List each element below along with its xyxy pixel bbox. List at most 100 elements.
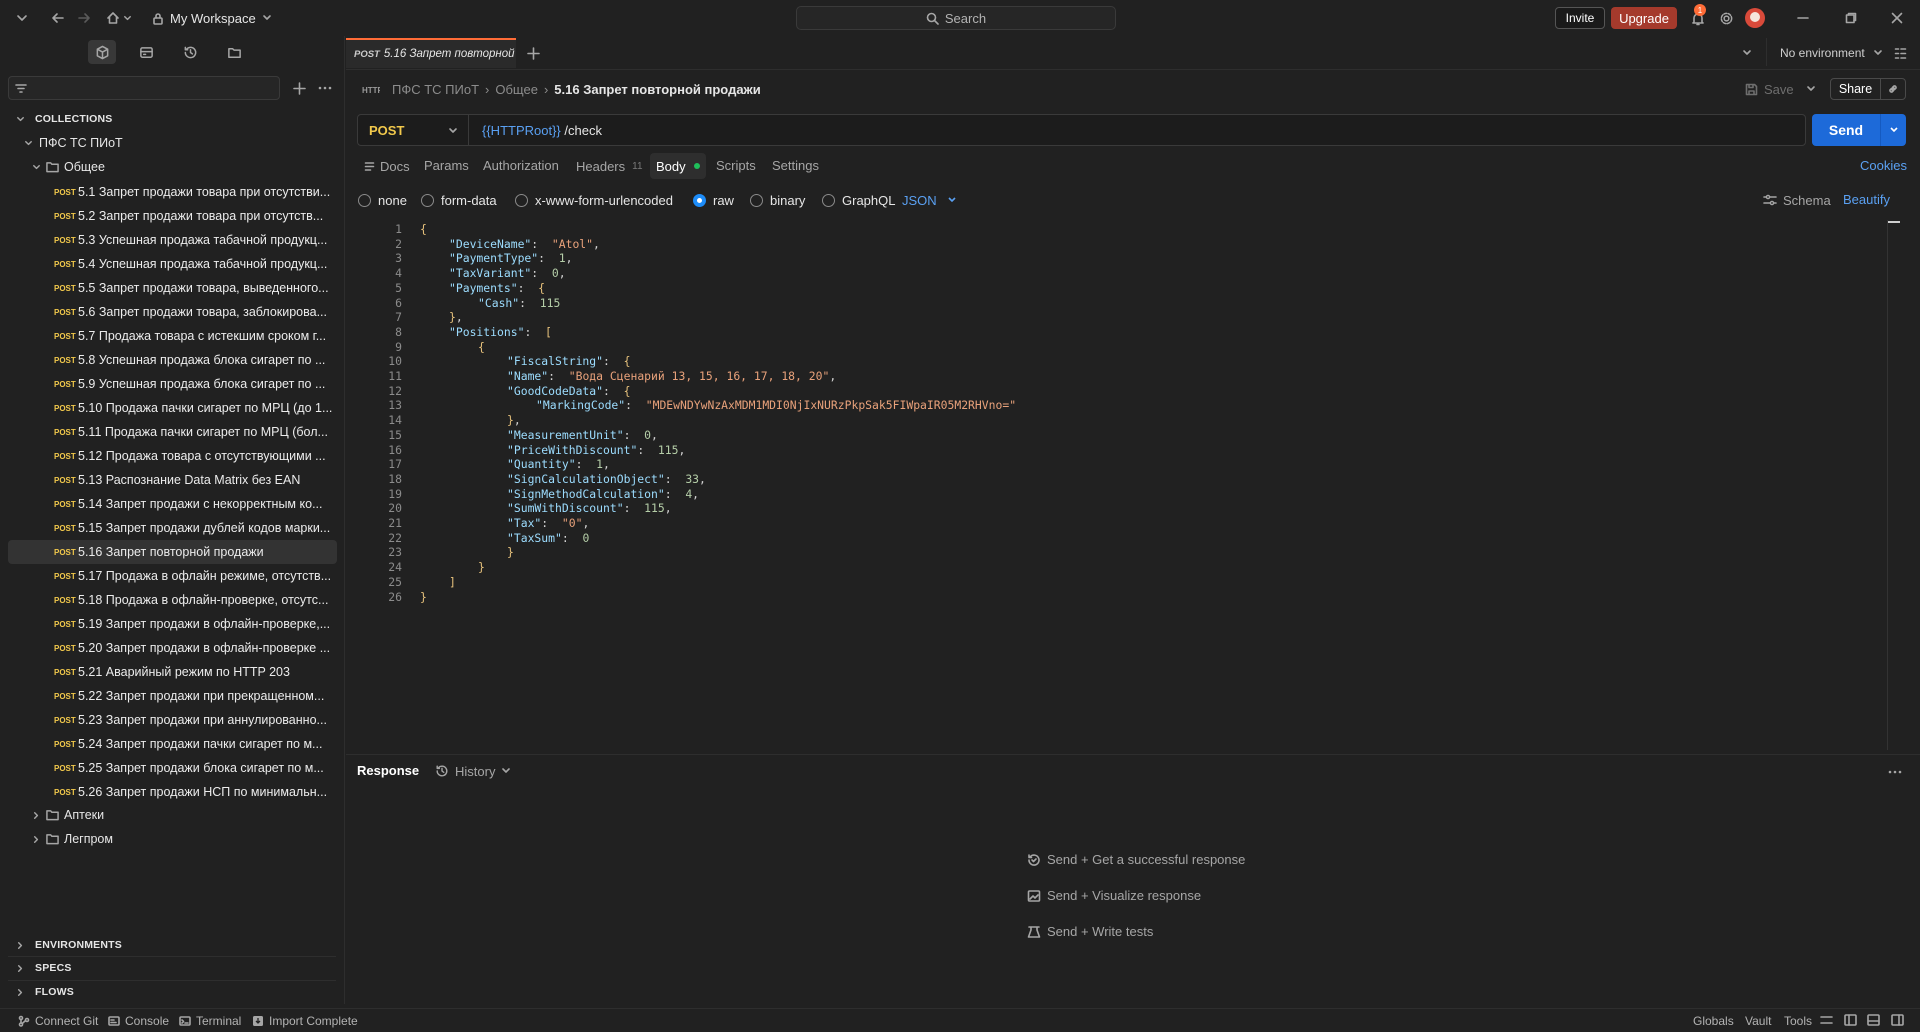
request-item[interactable]: POST 5.13 Распознание Data Matrix без EAN xyxy=(8,468,337,492)
vault-link[interactable]: Vault xyxy=(1745,1014,1771,1028)
request-item[interactable]: POST 5.5 Запрет продажи товара, выведенно… xyxy=(8,276,337,300)
folder-item-general[interactable]: Общее xyxy=(32,155,105,179)
share-button[interactable]: Share xyxy=(1831,79,1881,99)
specs-section-header[interactable]: SPECS xyxy=(16,961,72,975)
request-item[interactable]: POST 5.2 Запрет продажи товара при отсутс… xyxy=(8,204,337,228)
request-item[interactable]: POST 5.7 Продажа товара с истекшим сроком… xyxy=(8,324,337,348)
response-more-options-icon[interactable] xyxy=(1886,765,1904,779)
request-item[interactable]: POST 5.9 Успешная продажа блока сигарет п… xyxy=(8,372,337,396)
request-tab-active[interactable]: POST 5.16 Запрет повторной xyxy=(346,38,516,68)
request-item[interactable]: POST 5.25 Запрет продажи блока сигарет по… xyxy=(8,756,337,780)
request-item[interactable]: POST 5.14 Запрет продажи с некорректным к… xyxy=(8,492,337,516)
request-item[interactable]: POST 5.20 Запрет продажи в офлайн-проверк… xyxy=(8,636,337,660)
send-options-chevron-icon[interactable] xyxy=(1881,125,1906,135)
breadcrumb-folder[interactable]: Общее xyxy=(495,82,538,97)
request-item[interactable]: POST 5.1 Запрет продажи товара при отсутс… xyxy=(8,180,337,204)
globals-link[interactable]: Globals xyxy=(1693,1014,1734,1028)
settings-sliders-icon[interactable] xyxy=(1820,1014,1833,1026)
request-item[interactable]: POST 5.19 Запрет продажи в офлайн-проверк… xyxy=(8,612,337,636)
request-item[interactable]: POST 5.10 Продажа пачки сигарет по МРЦ (д… xyxy=(8,396,337,420)
environments-section-header[interactable]: ENVIRONMENTS xyxy=(16,938,122,952)
new-collection-plus-icon[interactable] xyxy=(290,79,308,97)
method-select[interactable]: POST xyxy=(357,114,469,146)
terminal-button[interactable]: Terminal xyxy=(179,1014,241,1028)
user-avatar[interactable] xyxy=(1745,8,1765,28)
request-item[interactable]: POST 5.3 Успешная продажа табачной продук… xyxy=(8,228,337,252)
request-item[interactable]: POST 5.26 Запрет продажи НСП по минимальн… xyxy=(8,780,337,804)
body-type-form-data[interactable]: form-data xyxy=(421,192,497,208)
radio-button[interactable] xyxy=(421,193,434,207)
layout-right-pane-icon[interactable] xyxy=(1891,1014,1904,1026)
collections-section-header[interactable]: COLLECTIONS xyxy=(16,112,112,126)
radio-button[interactable] xyxy=(515,193,528,207)
collections-mode-button[interactable] xyxy=(88,40,116,64)
layout-two-pane-icon[interactable] xyxy=(1844,1014,1857,1026)
tabs-dropdown-chevron-icon[interactable] xyxy=(1740,46,1754,60)
environment-quick-look-icon[interactable] xyxy=(1892,45,1908,61)
connect-git-button[interactable]: Connect Git xyxy=(18,1014,98,1028)
editor-scrollbar[interactable] xyxy=(1887,220,1888,750)
breadcrumb-collection[interactable]: ПФС ТС ПИоТ xyxy=(392,82,479,97)
body-type-urlencoded[interactable]: x-www-form-urlencoded xyxy=(515,192,673,208)
history-mode-button[interactable] xyxy=(176,40,204,64)
folder-item-pharmacy[interactable]: Аптеки xyxy=(32,803,104,827)
workspace-switcher[interactable]: My Workspace xyxy=(152,8,272,28)
request-item[interactable]: POST 5.6 Запрет продажи товара, заблокиро… xyxy=(8,300,337,324)
body-type-none[interactable]: none xyxy=(358,192,407,208)
close-window-icon[interactable] xyxy=(1889,10,1905,26)
folder-item-lightindustry[interactable]: Легпром xyxy=(32,827,113,851)
request-item[interactable]: POST 5.24 Запрет продажи пачки сигарет по… xyxy=(8,732,337,756)
upgrade-button[interactable]: Upgrade xyxy=(1611,7,1677,29)
save-button[interactable]: Save xyxy=(1745,80,1794,98)
restore-window-icon[interactable] xyxy=(1843,10,1859,26)
radio-button[interactable] xyxy=(750,193,763,207)
request-item[interactable]: POST 5.11 Продажа пачки сигарет по МРЦ (б… xyxy=(8,420,337,444)
request-item[interactable]: POST 5.17 Продажа в офлайн режиме, отсутс… xyxy=(8,564,337,588)
radio-button[interactable] xyxy=(822,193,835,207)
global-search[interactable]: Search xyxy=(796,6,1116,30)
request-item[interactable]: POST 5.21 Аварийный режим по HTTP 203 xyxy=(8,660,337,684)
new-tab-plus-icon[interactable] xyxy=(525,45,541,61)
request-item[interactable]: POST 5.4 Успешная продажа табачной продук… xyxy=(8,252,337,276)
tab-settings[interactable]: Settings xyxy=(772,158,819,173)
save-options-chevron-icon[interactable] xyxy=(1804,82,1818,96)
import-status[interactable]: Import Complete xyxy=(252,1014,358,1028)
flows-section-header[interactable]: FLOWS xyxy=(16,985,74,999)
tab-authorization[interactable]: Authorization xyxy=(483,158,559,173)
radio-button-selected[interactable] xyxy=(693,193,706,207)
invite-button[interactable]: Invite xyxy=(1555,7,1605,29)
radio-button[interactable] xyxy=(358,193,371,207)
environments-mode-button[interactable] xyxy=(132,40,160,64)
send-button[interactable]: Send xyxy=(1812,114,1880,146)
tab-headers[interactable]: Headers 11 xyxy=(576,158,643,174)
request-title[interactable]: 5.16 Запрет повторной продажи xyxy=(554,82,760,97)
minimize-window-icon[interactable] xyxy=(1795,10,1811,26)
more-options-icon[interactable] xyxy=(316,79,334,97)
cookies-link[interactable]: Cookies xyxy=(1860,158,1907,173)
tab-scripts[interactable]: Scripts xyxy=(716,158,756,173)
body-type-raw[interactable]: raw xyxy=(693,192,734,208)
history-button[interactable]: History xyxy=(435,763,511,779)
body-type-binary[interactable]: binary xyxy=(750,192,805,208)
request-item[interactable]: POST 5.16 Запрет повторной продажи xyxy=(8,540,337,564)
url-input[interactable]: {{HTTPRoot}} /check xyxy=(482,122,602,138)
request-item[interactable]: POST 5.8 Успешная продажа блока сигарет п… xyxy=(8,348,337,372)
back-arrow-icon[interactable] xyxy=(50,10,66,26)
settings-gear-icon[interactable] xyxy=(1717,9,1735,27)
tab-docs[interactable]: Docs xyxy=(364,158,410,174)
request-item[interactable]: POST 5.18 Продажа в офлайн-проверке, отсу… xyxy=(8,588,337,612)
editor-scroll-thumb[interactable] xyxy=(1888,221,1900,223)
copy-link-icon[interactable] xyxy=(1881,83,1905,95)
files-mode-button[interactable] xyxy=(220,40,248,64)
request-item[interactable]: POST 5.23 Запрет продажи при аннулированн… xyxy=(8,708,337,732)
raw-format-select[interactable]: JSON xyxy=(902,192,957,208)
request-item[interactable]: POST 5.22 Запрет продажи при прекращенном… xyxy=(8,684,337,708)
tools-link[interactable]: Tools xyxy=(1784,1014,1812,1028)
tab-params[interactable]: Params xyxy=(424,158,469,173)
request-item[interactable]: POST 5.12 Продажа товара с отсутствующими… xyxy=(8,444,337,468)
app-menu-chevron-icon[interactable] xyxy=(14,10,30,26)
environment-selector[interactable]: No environment xyxy=(1780,46,1883,60)
request-item[interactable]: POST 5.15 Запрет продажи дублей кодов мар… xyxy=(8,516,337,540)
schema-button[interactable]: Schema xyxy=(1763,192,1831,208)
tab-body[interactable]: Body xyxy=(650,153,706,179)
